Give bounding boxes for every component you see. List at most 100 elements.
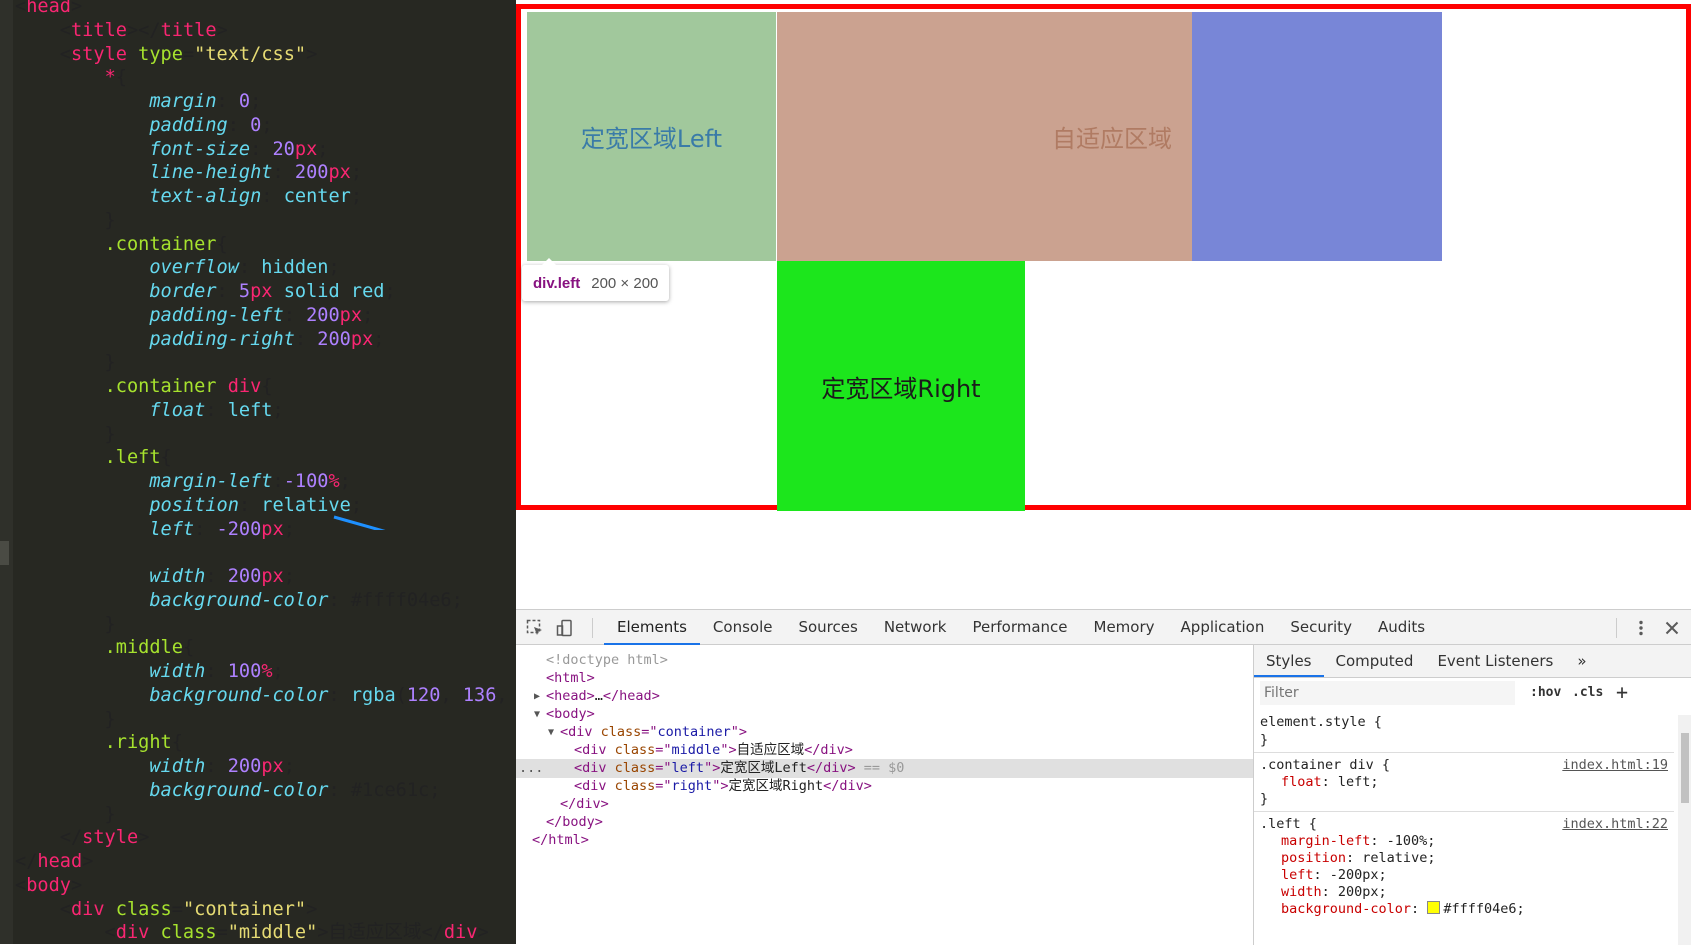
more-tabs-icon[interactable]: » <box>1565 645 1598 677</box>
style-declaration[interactable]: left: -200px; <box>1281 867 1387 884</box>
code-content[interactable]: <head> <title></title> <style type="text… <box>15 0 516 944</box>
code-line[interactable]: text-align: center; <box>15 185 516 209</box>
dom-node[interactable]: </div> <box>516 795 1253 814</box>
code-line[interactable]: <div class="middle">自适应区域</div> <box>15 921 516 944</box>
code-line[interactable]: left: -200px; <box>15 518 516 542</box>
code-line[interactable]: background-color: #ffff04e6; <box>15 589 516 613</box>
code-line[interactable]: padding-left: 200px; <box>15 304 516 328</box>
tab-performance[interactable]: Performance <box>959 610 1080 643</box>
tab-network[interactable]: Network <box>871 610 960 643</box>
dom-node[interactable]: <div class="middle">自适应区域</div> <box>516 741 1253 760</box>
dom-node[interactable]: </html> <box>516 831 1253 850</box>
code-line[interactable]: background-color: rgba(120, 136, 2 <box>15 684 516 708</box>
code-line[interactable]: width: 100%; <box>15 660 516 684</box>
dom-node[interactable]: </body> <box>516 813 1253 832</box>
code-editor[interactable]: <head> <title></title> <style type="text… <box>0 0 516 944</box>
expanded-triangle-icon[interactable]: ▼ <box>534 705 540 724</box>
dom-node[interactable]: <div class="right">定宽区域Right</div> <box>516 777 1253 796</box>
container-div-rule[interactable]: .container div { index.html:19 float: le… <box>1254 753 1674 812</box>
code-line[interactable]: <div class="container"> <box>15 898 516 922</box>
code-line[interactable]: <head> <box>15 0 516 19</box>
tab-console[interactable]: Console <box>700 610 786 643</box>
close-icon[interactable] <box>1663 619 1681 637</box>
code-line[interactable]: } <box>15 351 516 375</box>
code-line[interactable]: position: relative; <box>15 494 516 518</box>
code-token: : <box>328 589 351 611</box>
code-line[interactable]: font-size: 20px; <box>15 138 516 162</box>
inspect-element-icon[interactable] <box>526 619 544 637</box>
code-line[interactable]: } <box>15 613 516 637</box>
code-token: } <box>15 423 116 445</box>
code-line[interactable]: overflow: hidden; <box>15 256 516 280</box>
tab-event-listeners[interactable]: Event Listeners <box>1425 645 1565 677</box>
code-line[interactable]: } <box>15 803 516 827</box>
style-declaration[interactable]: margin-left: -100%; <box>1281 833 1435 850</box>
tab-security[interactable]: Security <box>1277 610 1365 643</box>
expanded-triangle-icon[interactable]: ▼ <box>548 723 554 742</box>
scrollbar-thumb[interactable] <box>1681 733 1689 803</box>
code-line[interactable]: .middle{ <box>15 636 516 660</box>
color-swatch[interactable] <box>1427 901 1441 914</box>
code-line[interactable]: .container{ <box>15 233 516 257</box>
code-line[interactable]: .left{ <box>15 446 516 470</box>
styles-scrollbar[interactable] <box>1678 715 1691 945</box>
code-line[interactable]: padding: 0; <box>15 114 516 138</box>
dom-node[interactable]: <html> <box>516 669 1253 688</box>
tab-sources[interactable]: Sources <box>785 610 870 643</box>
code-line[interactable]: float: left; <box>15 399 516 423</box>
code-line[interactable]: } <box>15 209 516 233</box>
code-line[interactable] <box>15 541 516 565</box>
code-line[interactable]: width: 200px; <box>15 565 516 589</box>
element-style-rule[interactable]: element.style { } <box>1254 708 1674 753</box>
code-line[interactable]: <body> <box>15 874 516 898</box>
dom-node[interactable]: ... <div class="left">定宽区域Left</div> == $… <box>516 759 1253 778</box>
style-declaration[interactable]: float: left; <box>1281 774 1379 791</box>
code-line[interactable]: line-height: 200px; <box>15 161 516 185</box>
more-options-icon[interactable] <box>1632 619 1650 637</box>
style-declaration[interactable]: position: relative; <box>1281 850 1435 867</box>
new-style-rule-button[interactable]: + <box>1616 680 1628 704</box>
code-line[interactable]: margin: 0; <box>15 90 516 114</box>
code-line[interactable]: *{ <box>15 66 516 90</box>
code-token: ; <box>384 281 396 302</box>
collapsed-triangle-icon[interactable]: ▶ <box>534 687 540 706</box>
hover-state-toggle[interactable]: :hov <box>1530 685 1561 700</box>
code-line[interactable]: border: 5px solid red; <box>15 280 516 304</box>
code-line[interactable]: <style type="text/css"> <box>15 43 516 67</box>
code-line[interactable]: .right{ <box>15 731 516 755</box>
code-line[interactable]: margin-left:-100%; <box>15 470 516 494</box>
code-line[interactable]: background-color: #1ce61c; <box>15 779 516 803</box>
code-line[interactable]: .container div{ <box>15 375 516 399</box>
selected-node-marker[interactable]: ... <box>519 759 543 778</box>
code-token: { <box>216 233 228 255</box>
code-line[interactable]: } <box>15 708 516 732</box>
class-toggle[interactable]: .cls <box>1572 685 1603 700</box>
code-line[interactable]: <title></title> <box>15 19 516 43</box>
dom-node[interactable]: ▼ <body> <box>516 705 1253 724</box>
rule-source-link[interactable]: index.html:22 <box>1562 816 1668 833</box>
dom-node[interactable]: ▼ <div class="container"> <box>516 723 1253 742</box>
code-line[interactable]: </head> <box>15 850 516 874</box>
code-line[interactable]: padding-right: 200px; <box>15 328 516 352</box>
elements-tree[interactable]: <!doctype html> <html> ▶ <head>…</head> ▼ <bo… <box>516 645 1253 945</box>
tab-audits[interactable]: Audits <box>1365 610 1438 643</box>
rule-source-link[interactable]: index.html:19 <box>1562 757 1668 774</box>
style-declaration[interactable]: width: 200px; <box>1281 884 1387 901</box>
code-token: 200 <box>294 162 329 184</box>
device-toolbar-icon[interactable] <box>556 619 574 637</box>
dom-node[interactable]: ▶ <head>…</head> <box>516 687 1253 706</box>
styles-filter-input[interactable] <box>1260 681 1515 705</box>
code-line[interactable]: </style> <box>15 826 516 850</box>
style-declaration[interactable]: background-color: #ffff04e6; <box>1281 901 1525 918</box>
tab-application[interactable]: Application <box>1168 610 1278 643</box>
code-line[interactable]: width: 200px; <box>15 755 516 779</box>
dom-node[interactable]: <!doctype html> <box>516 651 1253 670</box>
tab-memory[interactable]: Memory <box>1081 610 1168 643</box>
left-rule[interactable]: .left { index.html:22 margin-left: -100%… <box>1254 812 1674 952</box>
tab-computed[interactable]: Computed <box>1324 645 1426 677</box>
tab-elements[interactable]: Elements <box>604 610 700 645</box>
tab-styles[interactable]: Styles <box>1254 645 1324 677</box>
code-line[interactable]: } <box>15 423 516 447</box>
